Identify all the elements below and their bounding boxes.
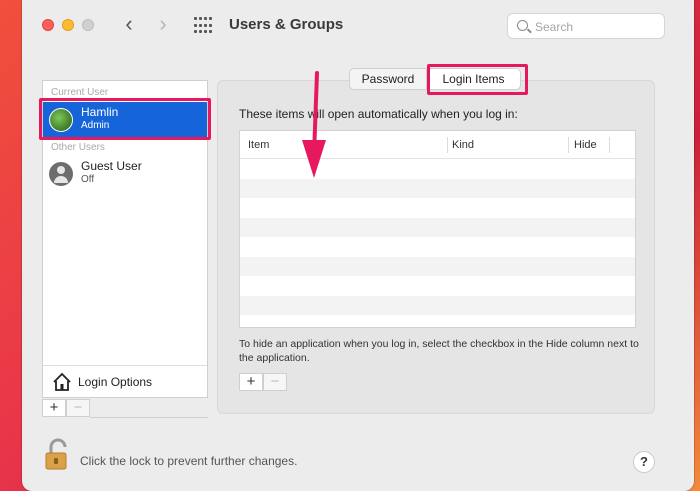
back-button[interactable]: ‹ [118, 13, 140, 37]
column-header-item[interactable]: Item [248, 139, 269, 151]
table-header: Item Kind Hide [240, 131, 635, 159]
lock-status-text: Click the lock to prevent further change… [80, 454, 298, 468]
hide-instructions: To hide an application when you log in, … [239, 338, 639, 364]
login-options-item[interactable]: Login Options [43, 365, 207, 397]
search-icon [517, 20, 528, 31]
lock-icon[interactable] [42, 438, 76, 472]
login-items-table[interactable]: Item Kind Hide [239, 130, 636, 328]
login-items-description: These items will open automatically when… [239, 107, 518, 121]
search-field[interactable]: Search [507, 13, 665, 39]
help-button[interactable]: ? [633, 451, 655, 473]
close-button[interactable] [42, 19, 54, 31]
table-row [240, 276, 635, 296]
column-divider [447, 137, 448, 153]
table-row [240, 256, 635, 276]
column-divider [609, 137, 610, 153]
table-row [240, 315, 635, 327]
title-bar: ‹ › Users & Groups Search [22, 0, 694, 52]
current-user-heading: Current User [51, 87, 109, 98]
table-row [240, 237, 635, 257]
login-items-add-remove: + − [239, 373, 287, 393]
annotation-highlight-user [39, 98, 211, 140]
column-header-hide[interactable]: Hide [574, 139, 597, 151]
login-options-label: Login Options [78, 375, 153, 389]
tab-password[interactable]: Password [349, 68, 427, 90]
minimize-button[interactable] [62, 19, 74, 31]
annotation-highlight-tab [427, 64, 528, 95]
remove-login-item-button[interactable]: − [263, 373, 287, 391]
table-row [240, 178, 635, 198]
user-name: Guest User [81, 159, 142, 173]
grid-icon[interactable] [194, 17, 212, 35]
table-row [240, 295, 635, 315]
sidebar-add-remove: + − [42, 399, 90, 419]
window-title: Users & Groups [229, 16, 344, 33]
column-divider [568, 137, 569, 153]
column-header-kind[interactable]: Kind [452, 139, 474, 151]
user-role: Off [81, 174, 95, 185]
sidebar-divider [90, 417, 208, 418]
user-row-guest[interactable]: Guest User Off [43, 156, 207, 192]
add-user-button[interactable]: + [42, 399, 66, 417]
search-placeholder: Search [535, 20, 574, 34]
remove-user-button[interactable]: − [66, 399, 90, 417]
avatar [49, 162, 73, 186]
house-icon [53, 372, 71, 391]
zoom-button[interactable] [82, 19, 94, 31]
table-row [240, 159, 635, 179]
other-users-heading: Other Users [51, 142, 105, 153]
table-row [240, 217, 635, 237]
table-row [240, 198, 635, 218]
forward-button[interactable]: › [152, 13, 174, 37]
add-login-item-button[interactable]: + [239, 373, 263, 391]
users-groups-window: ‹ › Users & Groups Search Current User H… [22, 0, 694, 491]
